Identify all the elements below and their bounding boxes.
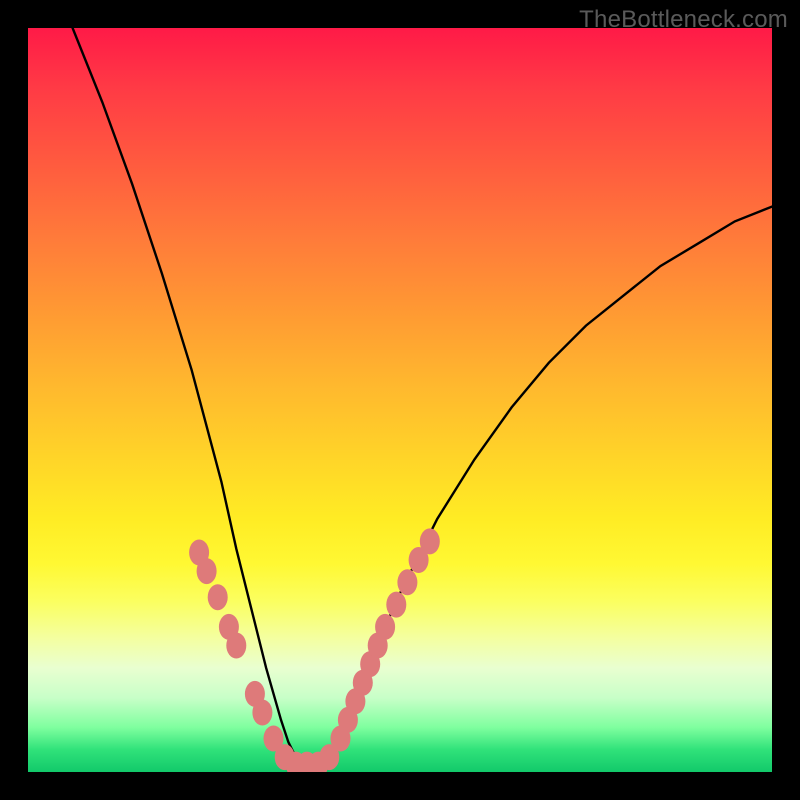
plot-area	[28, 28, 772, 772]
curve-layer	[73, 28, 772, 765]
bead-marker	[197, 558, 217, 584]
chart-svg	[28, 28, 772, 772]
chart-frame: TheBottleneck.com	[0, 0, 800, 800]
bead-marker	[252, 700, 272, 726]
bead-marker	[208, 584, 228, 610]
bottleneck-curve	[73, 28, 772, 765]
bead-marker	[226, 633, 246, 659]
bead-marker	[420, 528, 440, 554]
bead-marker	[397, 569, 417, 595]
bead-marker	[386, 592, 406, 618]
highlight-beads	[189, 528, 440, 772]
bead-marker	[375, 614, 395, 640]
watermark-label: TheBottleneck.com	[579, 6, 788, 34]
